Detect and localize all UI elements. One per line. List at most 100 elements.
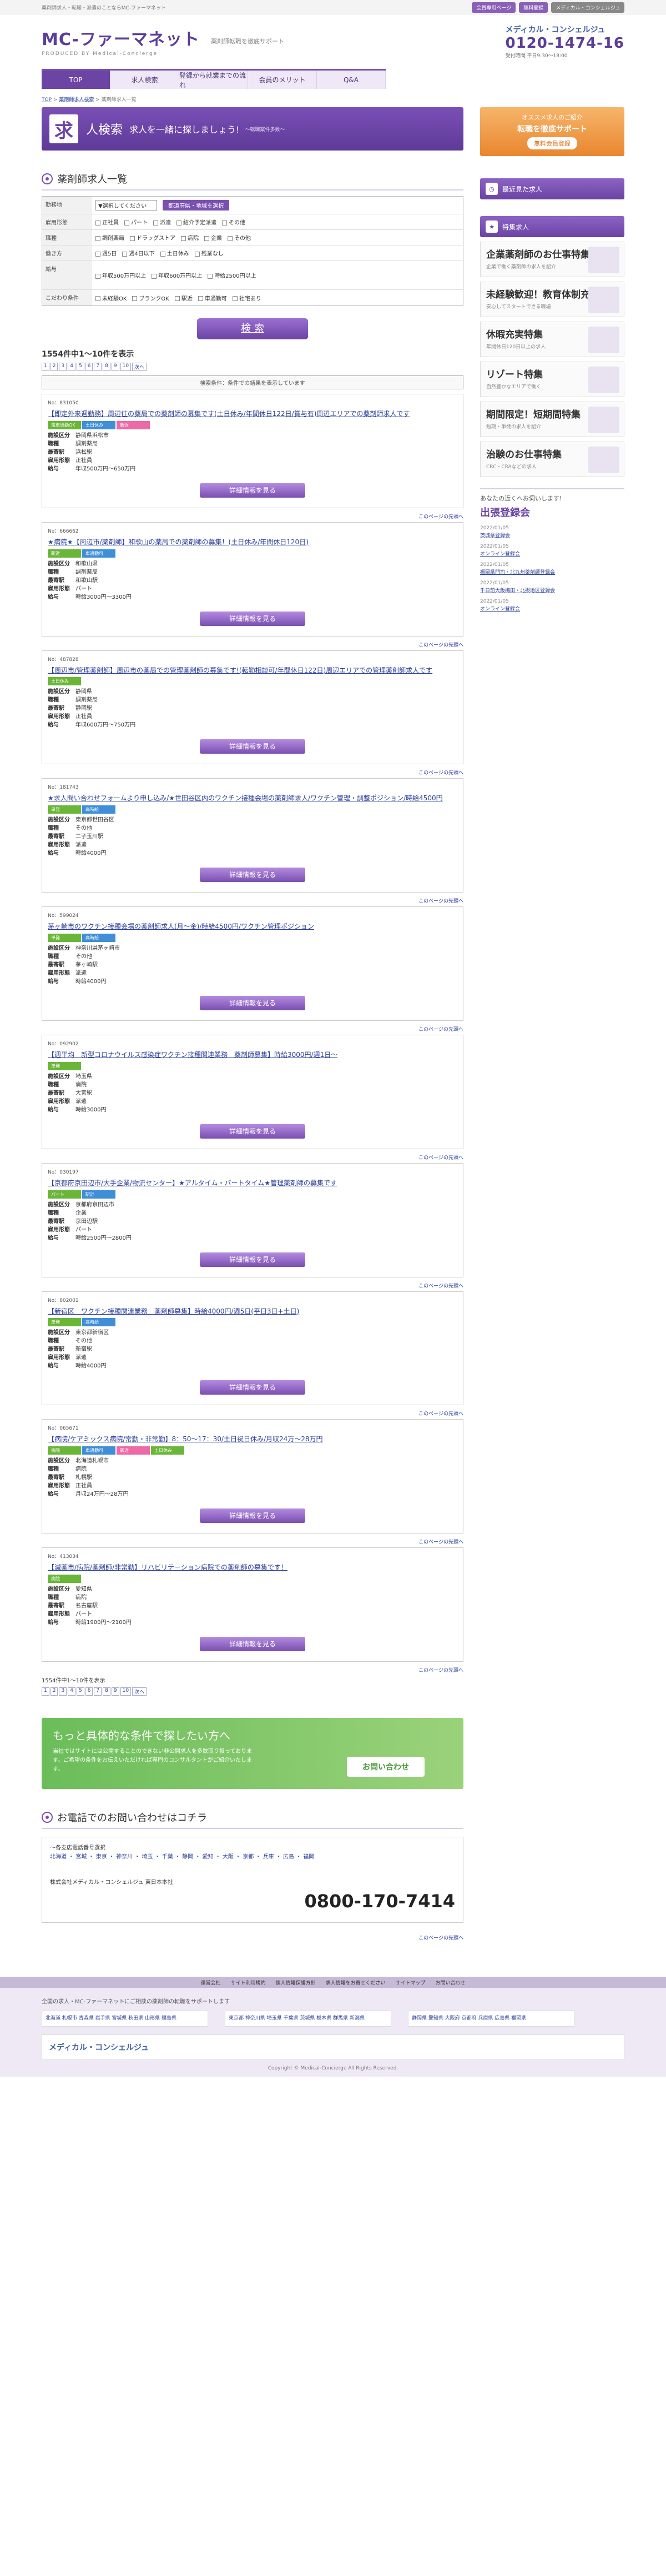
pagetop-link[interactable]: このページの先頭へ bbox=[42, 897, 463, 904]
pager-link[interactable]: 5 bbox=[76, 1687, 84, 1696]
detail-button[interactable]: 詳細情報を見る bbox=[200, 868, 305, 883]
recent-jobs-heading[interactable]: ◷ 最近見た求人 bbox=[480, 178, 624, 199]
job-title-link[interactable]: 【周辺市/管理薬剤師】周辺市の薬局での管理薬剤師の募集です!(転勤相談可/年間休… bbox=[48, 666, 457, 675]
pager-link[interactable]: 3 bbox=[59, 1687, 67, 1696]
pager-link[interactable]: 5 bbox=[76, 363, 84, 371]
footer-area-col[interactable]: 東京都 神奈川県 埼玉県 千葉県 茨城県 栃木県 群馬県 新潟県 bbox=[225, 2011, 391, 2027]
job-title-link[interactable]: 【京都府京田辺市/大手企業/物流センター】★アルタイム・パートタイム★管理薬剤師… bbox=[48, 1179, 457, 1188]
site-logo[interactable]: MC-ファーマネット PRODUCED BY Medical-Concierge bbox=[42, 26, 200, 57]
checkbox-option[interactable]: 残業なし bbox=[194, 249, 224, 257]
register-button[interactable]: 無料登録 bbox=[519, 2, 548, 13]
pager-link[interactable]: 10 bbox=[120, 363, 132, 371]
job-title-link[interactable]: 【即定外来週勤務】周辺住の薬局での薬剤師の募集です(土日休み/年間休日122日/… bbox=[48, 409, 457, 419]
inquiry-button[interactable]: お問い合わせ bbox=[347, 1756, 425, 1777]
feature-banner[interactable]: 企業薬剤師のお仕事特集 企業で働く薬剤師の求人を紹介 bbox=[480, 242, 624, 277]
footer-link[interactable]: 運営会社 bbox=[200, 1979, 220, 1986]
pager-link[interactable]: 9 bbox=[111, 1687, 119, 1696]
nav-top[interactable]: TOP bbox=[42, 71, 110, 89]
checkbox-option[interactable]: 派遣 bbox=[153, 218, 171, 226]
pagetop-link[interactable]: このページの先頭へ bbox=[42, 1025, 463, 1033]
pagetop-link[interactable]: このページの先頭へ bbox=[42, 1666, 463, 1673]
breadcrumb-top[interactable]: TOP bbox=[42, 97, 52, 103]
ad-register-button[interactable]: 無料会員登録 bbox=[527, 137, 577, 149]
pager-link[interactable]: 6 bbox=[85, 363, 93, 371]
checkbox-option[interactable]: 正社員 bbox=[95, 218, 119, 226]
detail-button[interactable]: 詳細情報を見る bbox=[200, 1380, 305, 1395]
checkbox-option[interactable]: 週5日 bbox=[95, 249, 117, 257]
job-title-link[interactable]: 【週平均 新型コロナウイルス感染症ワクチン接種関連業務 薬剤師募集】時給3000… bbox=[48, 1050, 457, 1060]
detail-button[interactable]: 詳細情報を見る bbox=[200, 1124, 305, 1139]
pager-link[interactable]: 9 bbox=[111, 363, 119, 371]
footer-link[interactable]: お問い合わせ bbox=[436, 1979, 466, 1986]
search-button[interactable]: 検 索 bbox=[197, 318, 308, 339]
detail-button[interactable]: 詳細情報を見る bbox=[200, 739, 305, 754]
checkbox-option[interactable]: 病院 bbox=[181, 233, 199, 242]
feature-banner[interactable]: リゾート特集 自然豊かなエリアで働く bbox=[480, 362, 624, 397]
checkbox-option[interactable]: 調剤薬局 bbox=[95, 233, 124, 242]
pager-link[interactable]: 6 bbox=[85, 1687, 93, 1696]
pagetop-link[interactable]: このページの先頭へ bbox=[42, 1282, 463, 1289]
detail-button[interactable]: 詳細情報を見る bbox=[200, 1252, 305, 1267]
footer-link[interactable]: サイト利用規約 bbox=[230, 1979, 265, 1986]
pager-link[interactable]: 10 bbox=[120, 1687, 132, 1696]
tel-areas[interactable]: 北海道 ・ 宮城 ・ 東京 ・ 神奈川 ・ 埼玉 ・ 千葉 ・ 静岡 ・ 愛知 … bbox=[50, 1853, 455, 1862]
pager-link[interactable]: 4 bbox=[68, 363, 75, 371]
footer-logo[interactable]: メディカル・コンシェルジュ bbox=[42, 2034, 624, 2060]
footer-link[interactable]: サイトマップ bbox=[396, 1979, 426, 1986]
nav-flow[interactable]: 登録から就業までの流れ bbox=[179, 71, 248, 89]
visit-link[interactable]: オンライン登録会 bbox=[480, 552, 520, 557]
job-title-link[interactable]: ★求人問い合わせフォームより申し込み/★世田谷区内のワクチン接種会場の薬剤師求人… bbox=[48, 794, 457, 803]
pager-link[interactable]: 2 bbox=[50, 363, 58, 371]
pager-link[interactable]: 8 bbox=[103, 1687, 110, 1696]
checkbox-option[interactable]: 週4日以下 bbox=[122, 249, 155, 257]
checkbox-option[interactable]: 社宅あり bbox=[232, 294, 261, 302]
pager-link[interactable]: 1 bbox=[42, 363, 49, 371]
checkbox-option[interactable]: その他 bbox=[228, 233, 251, 242]
detail-button[interactable]: 詳細情報を見る bbox=[200, 1508, 305, 1523]
tel-number[interactable]: 0800-170-7414 bbox=[50, 1887, 455, 1916]
sidebar-ad[interactable]: オススメ求人のご紹介 転職を徹底サポート 無料会員登録 bbox=[480, 107, 624, 156]
pagetop-link[interactable]: このページの先頭へ bbox=[42, 641, 463, 648]
checkbox-option[interactable]: その他 bbox=[222, 218, 245, 226]
pager-link[interactable]: 次へ bbox=[132, 363, 147, 371]
checkbox-option[interactable]: ブランクOK bbox=[132, 294, 169, 302]
footer-link[interactable]: 個人情報保護方針 bbox=[275, 1979, 315, 1986]
job-title-link[interactable]: 【新宿区 ワクチン接種関連業務 薬剤師募集】時給4000円/週5日(平日3日+土… bbox=[48, 1307, 457, 1316]
checkbox-option[interactable]: 未経験OK bbox=[95, 294, 127, 302]
job-title-link[interactable]: 【病院/ケアミックス病院/常勤・非常勤】8：50～17：30/土日祝日休み/月収… bbox=[48, 1435, 457, 1444]
pagetop-link[interactable]: このページの先頭へ bbox=[42, 1410, 463, 1417]
checkbox-option[interactable]: 駅近 bbox=[174, 294, 193, 302]
area-select-button[interactable]: 都道府県・地域を選択 bbox=[163, 200, 230, 211]
pager-link[interactable]: 2 bbox=[50, 1687, 58, 1696]
job-title-link[interactable]: 【減薬市/病院/薬剤師/非常勤】リハビリテーション病院での薬剤師の募集です！ bbox=[48, 1563, 457, 1572]
footer-link[interactable]: 求人情報をお寄せください bbox=[326, 1979, 386, 1986]
pagetop-link[interactable]: このページの先頭へ bbox=[42, 513, 463, 520]
checkbox-option[interactable]: 車通勤可 bbox=[198, 294, 227, 302]
detail-button[interactable]: 詳細情報を見る bbox=[200, 995, 305, 1010]
feature-banner[interactable]: 未経験歓迎！教育体制充実特集 安心してスタートできる職場 bbox=[480, 282, 624, 317]
checkbox-option[interactable]: 時給2500円以上 bbox=[208, 271, 256, 279]
area-select[interactable]: ▼選択してください bbox=[95, 200, 158, 211]
feature-banner[interactable]: 休暇充実特集 年間休日120日以上の求人 bbox=[480, 322, 624, 357]
pager-link[interactable]: 8 bbox=[103, 363, 110, 371]
checkbox-option[interactable]: パート bbox=[124, 218, 148, 226]
pagetop-link[interactable]: このページの先頭へ bbox=[42, 769, 463, 776]
visit-link[interactable]: 茨城県登録会 bbox=[480, 533, 510, 539]
detail-button[interactable]: 詳細情報を見る bbox=[200, 483, 305, 498]
pager-link[interactable]: 7 bbox=[94, 363, 102, 371]
footer-area-col[interactable]: 静岡県 愛知県 大阪府 京都府 兵庫県 広島県 福岡県 bbox=[408, 2011, 574, 2027]
pager-link[interactable]: 次へ bbox=[132, 1687, 147, 1696]
checkbox-option[interactable]: 年収600万円以上 bbox=[152, 271, 202, 279]
checkbox-option[interactable]: 企業 bbox=[204, 233, 222, 242]
pager-link[interactable]: 4 bbox=[68, 1687, 75, 1696]
detail-button[interactable]: 詳細情報を見る bbox=[200, 611, 305, 626]
pager-link[interactable]: 1 bbox=[42, 1687, 49, 1696]
feature-banner[interactable]: 治験のお仕事特集 CRC・CRAなどの求人 bbox=[480, 442, 624, 477]
pagetop-link[interactable]: このページの先頭へ bbox=[42, 1154, 463, 1161]
company-button[interactable]: メディカル・コンシェルジュ bbox=[551, 2, 624, 13]
footer-area-col[interactable]: 北海道 札幌市 青森県 岩手県 宮城県 秋田県 山形県 福島県 bbox=[42, 2011, 208, 2027]
visit-link[interactable]: 福岡県門司・北九州薬剤師登録会 bbox=[480, 570, 555, 575]
nav-merit[interactable]: 会員のメリット bbox=[248, 71, 317, 89]
pagetop-link[interactable]: このページの先頭へ bbox=[42, 1538, 463, 1545]
visit-link[interactable]: 千日前大阪梅田・北摂地区登録会 bbox=[480, 588, 555, 594]
